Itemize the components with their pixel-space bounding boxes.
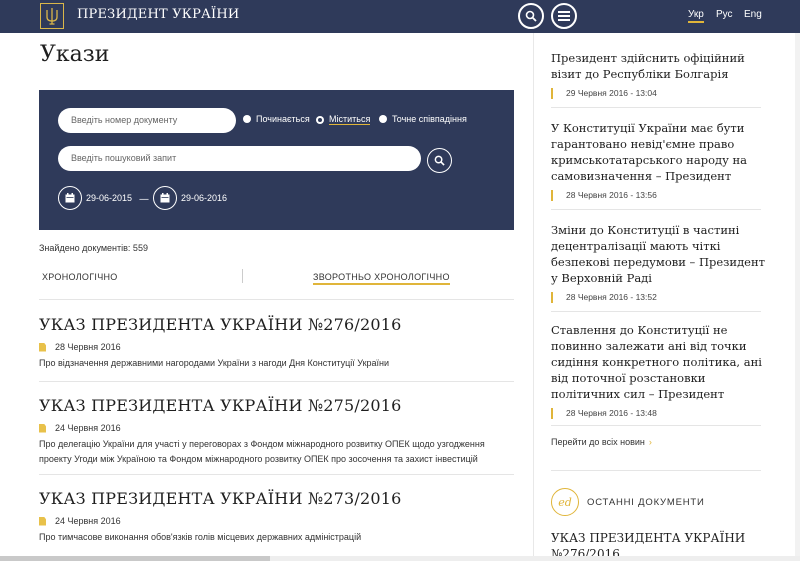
decree-title[interactable]: УКАЗ ПРЕЗИДЕНТА УКРАЇНИ №275/2016 <box>39 396 514 415</box>
decree-date-row: 24 Червня 2016 <box>39 423 514 433</box>
decree-date: 24 Червня 2016 <box>55 423 121 433</box>
all-news-label: Перейти до всіх новин <box>551 437 645 447</box>
divider <box>39 474 514 475</box>
news-item: Зміни до Конституції в частині децентрал… <box>551 222 766 303</box>
scrollbar-thumb[interactable] <box>0 556 270 561</box>
top-header: ПРЕЗИДЕНТ УКРАЇНИ Укр Рус Eng <box>0 0 800 33</box>
news-time: 28 Червня 2016 - 13:56 <box>551 190 766 201</box>
doc-number-input[interactable]: Введіть номер документу <box>58 108 236 133</box>
decree-item: УКАЗ ПРЕЗИДЕНТА УКРАЇНИ №275/2016 24 Чер… <box>39 396 514 467</box>
vertical-scrollbar[interactable] <box>795 33 800 556</box>
sort-row: ХРОНОЛОГІЧНО ЗВОРОТНЬО ХРОНОЛОГІЧНО <box>39 266 514 300</box>
divider <box>551 425 761 426</box>
radio-label: Міститься <box>329 114 371 125</box>
sort-reverse-chronological[interactable]: ЗВОРОТНЬО ХРОНОЛОГІЧНО <box>313 272 450 285</box>
radio-dot[interactable] <box>379 115 387 123</box>
decree-description[interactable]: Про делегацію України для участі у перег… <box>39 437 514 467</box>
chevron-right-icon: › <box>648 437 652 447</box>
news-item: Президент здійснить офіційний візит до Р… <box>551 50 766 99</box>
lang-ru[interactable]: Рус <box>716 9 733 20</box>
sort-divider <box>242 269 243 283</box>
last-docs-heading: ОСТАННІ ДОКУМЕНТИ <box>587 497 705 508</box>
search-panel: Введіть номер документу Починається Міст… <box>39 90 514 230</box>
all-news-link[interactable]: Перейти до всіх новин › <box>551 437 652 447</box>
decree-description[interactable]: Про тимчасове виконання обов'язків голів… <box>39 530 514 545</box>
date-to: 29-06-2016 <box>181 193 228 203</box>
search-query-input[interactable]: Введіть пошуковий запит <box>58 146 421 171</box>
lang-en[interactable]: Eng <box>744 9 762 20</box>
document-icon <box>39 342 46 352</box>
document-icon <box>39 423 46 433</box>
news-title[interactable]: Зміни до Конституції в частині децентрал… <box>551 222 766 286</box>
radio-dot-selected[interactable] <box>316 115 324 124</box>
date-to-picker[interactable]: 29-06-2016 <box>153 186 227 210</box>
documents-icon: ed <box>551 488 579 516</box>
decree-date-row: 28 Червня 2016 <box>39 342 514 352</box>
news-time: 28 Червня 2016 - 13:52 <box>551 292 766 303</box>
divider <box>551 311 761 312</box>
page-title: Укази <box>40 42 110 67</box>
radio-starts-with[interactable]: Починається <box>243 114 310 124</box>
document-icon <box>39 516 46 526</box>
divider <box>551 107 761 108</box>
radio-label: Точне співпадіння <box>392 114 467 124</box>
calendar-icon[interactable] <box>58 186 82 210</box>
decree-item: УКАЗ ПРЕЗИДЕНТА УКРАЇНИ №276/2016 28 Чер… <box>39 315 514 371</box>
divider <box>551 470 761 471</box>
decree-date: 28 Червня 2016 <box>55 342 121 352</box>
date-separator: — <box>139 194 149 205</box>
radio-label: Починається <box>256 114 310 124</box>
news-title[interactable]: Ставлення до Конституції не повинно зале… <box>551 322 766 402</box>
found-count: Знайдено документів: 559 <box>39 243 148 253</box>
divider <box>39 381 514 382</box>
news-time: 28 Червня 2016 - 13:48 <box>551 408 766 419</box>
news-item: У Конституції України має бути гарантова… <box>551 120 766 201</box>
divider <box>551 209 761 210</box>
column-divider <box>533 33 534 561</box>
decree-item: УКАЗ ПРЕЗИДЕНТА УКРАЇНИ №273/2016 24 Чер… <box>39 489 514 545</box>
search-submit-icon[interactable] <box>427 148 452 173</box>
radio-contains[interactable]: Міститься <box>316 114 371 125</box>
sort-chronological[interactable]: ХРОНОЛОГІЧНО <box>42 272 118 282</box>
decree-title[interactable]: УКАЗ ПРЕЗИДЕНТА УКРАЇНИ №273/2016 <box>39 489 514 508</box>
news-time: 29 Червня 2016 - 13:04 <box>551 88 766 99</box>
calendar-icon[interactable] <box>153 186 177 210</box>
site-title[interactable]: ПРЕЗИДЕНТ УКРАЇНИ <box>77 7 239 22</box>
date-from: 29-06-2015 <box>86 193 133 203</box>
news-title[interactable]: Президент здійснить офіційний візит до Р… <box>551 50 766 82</box>
lang-uk[interactable]: Укр <box>688 9 704 23</box>
trident-logo-icon[interactable] <box>40 3 64 29</box>
horizontal-scrollbar[interactable] <box>0 556 800 561</box>
decree-title[interactable]: УКАЗ ПРЕЗИДЕНТА УКРАЇНИ №276/2016 <box>39 315 514 334</box>
search-icon[interactable] <box>518 3 544 29</box>
decree-date-row: 24 Червня 2016 <box>39 516 514 526</box>
decree-description[interactable]: Про відзначення державними нагородами Ук… <box>39 356 514 371</box>
radio-dot[interactable] <box>243 115 251 123</box>
radio-exact-match[interactable]: Точне співпадіння <box>379 114 467 124</box>
news-title[interactable]: У Конституції України має бути гарантова… <box>551 120 766 184</box>
menu-icon[interactable] <box>551 3 577 29</box>
decree-date: 24 Червня 2016 <box>55 516 121 526</box>
news-item: Ставлення до Конституції не повинно зале… <box>551 322 766 419</box>
date-from-picker[interactable]: 29-06-2015 <box>58 186 132 210</box>
